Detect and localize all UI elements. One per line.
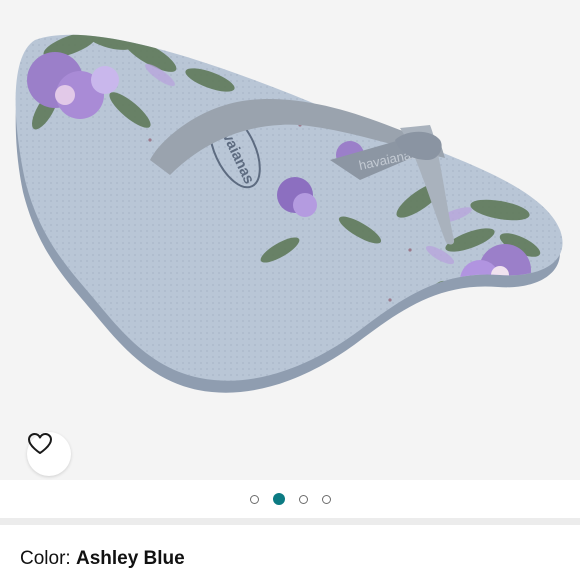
heart-outline-icon bbox=[28, 433, 52, 454]
carousel-dot-3[interactable] bbox=[298, 494, 308, 504]
wishlist-button[interactable] bbox=[27, 432, 71, 476]
color-value: Ashley Blue bbox=[75, 548, 185, 569]
carousel-dot-4[interactable] bbox=[321, 494, 331, 504]
color-selection: Color: Ashley Blue bbox=[20, 548, 185, 570]
image-carousel-indicator bbox=[0, 480, 580, 518]
flip-flop-illustration: havaianas havaianas bbox=[15, 34, 563, 393]
carousel-dot-2-active[interactable] bbox=[272, 493, 285, 505]
section-divider bbox=[0, 518, 580, 525]
product-image[interactable]: havaianas havaianas bbox=[0, 0, 580, 480]
color-label: Color: bbox=[20, 548, 76, 569]
carousel-dot-1[interactable] bbox=[249, 494, 259, 504]
